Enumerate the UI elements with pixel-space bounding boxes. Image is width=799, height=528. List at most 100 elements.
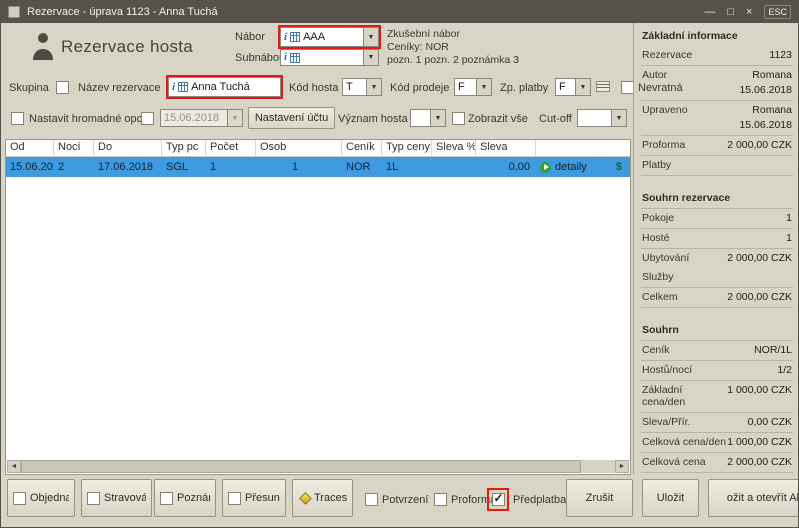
column-header-sleva[interactable]: Sleva: [476, 140, 536, 156]
table-header: Od Nocí Do Typ pc Počet Osob Ceník Typ c…: [6, 140, 630, 157]
maximize-icon[interactable]: □: [727, 6, 734, 18]
sidebar-label: Autor: [642, 69, 667, 81]
titlebar[interactable]: Rezervace - úprava 1123 - Anna Tuchá — □…: [1, 1, 798, 23]
reservation-table: Od Nocí Do Typ pc Počet Osob Ceník Typ c…: [5, 139, 631, 475]
predplatba-checkbox[interactable]: [492, 493, 505, 506]
objednal-button[interactable]: Objednal: [7, 479, 75, 517]
vyznam-hosta-label: Význam hosta: [338, 113, 408, 125]
grip-icon[interactable]: [596, 81, 610, 92]
detail-link[interactable]: detaily: [555, 161, 587, 173]
scroll-right-icon[interactable]: ►: [615, 460, 629, 473]
vyznam-hosta-select[interactable]: ▼: [410, 109, 446, 127]
stravovani-button[interactable]: Stravování: [81, 479, 152, 517]
chevron-down-icon[interactable]: ▼: [366, 79, 381, 95]
esc-badge[interactable]: ESC: [764, 5, 791, 19]
nastaveni-uctu-button[interactable]: Nastavení účtu: [248, 107, 335, 129]
column-header-typ-ceny[interactable]: Typ ceny: [382, 140, 432, 156]
sidebar-section-title: Souhrn rezervace: [641, 189, 793, 209]
sidebar-value: 2 000,00 CZK: [727, 291, 792, 303]
column-header-pocet[interactable]: Počet: [206, 140, 256, 156]
sidebar-label: Platby: [642, 159, 671, 171]
poznamky-button[interactable]: Poznámk: [154, 479, 216, 517]
potvrzeni-checkbox[interactable]: [365, 493, 378, 506]
reservation-window: Rezervace - úprava 1123 - Anna Tuchá — □…: [0, 0, 799, 528]
nazev-rezervace-input[interactable]: i Anna Tuchá: [168, 77, 281, 97]
chevron-down-icon[interactable]: ▼: [430, 110, 445, 126]
sidebar-section-title: Souhrn: [641, 321, 793, 341]
subnabor-select[interactable]: i ▼: [280, 49, 379, 66]
sidebar-label: Rezervace: [642, 49, 692, 61]
sidebar-label: Pokoje: [642, 212, 674, 224]
table-icon: [178, 82, 188, 92]
ulozit-button[interactable]: Uložit: [642, 479, 699, 517]
hromadne-checkbox[interactable]: [11, 112, 24, 125]
detail-arrow-icon[interactable]: [540, 162, 551, 173]
cell-cenik: NOR: [342, 161, 382, 173]
sidebar-row-sluzby: Služby: [641, 268, 793, 288]
sidebar-label: Služby: [642, 271, 674, 283]
stravovani-checkbox[interactable]: [87, 492, 100, 505]
traces-button[interactable]: Traces: [292, 479, 353, 517]
zrusit-button[interactable]: Zrušit: [566, 479, 633, 517]
sidebar-label: Ubytování: [642, 252, 689, 264]
hromadne-secondary-checkbox[interactable]: [141, 112, 154, 125]
poznamky-checkbox[interactable]: [160, 492, 173, 505]
price-icon[interactable]: $: [616, 161, 622, 174]
column-header-osob[interactable]: Osob: [256, 140, 342, 156]
cutoff-select[interactable]: ▼: [577, 109, 627, 127]
skupina-label: Skupina: [9, 82, 49, 94]
ulozit-otevrit-button[interactable]: ožit a otevřít Ał: [708, 479, 799, 517]
sidebar-label: Celková cena: [642, 456, 706, 468]
sidebar-row-celkova-cena-den: Celková cena/den1 000,00 CZK: [641, 433, 793, 453]
zobrazit-vse-checkbox[interactable]: [452, 112, 465, 125]
guest-icon: [31, 31, 55, 66]
window-icon: [8, 6, 20, 18]
zobrazit-vse-label: Zobrazit vše: [468, 113, 528, 125]
skupina-checkbox[interactable]: [56, 81, 69, 94]
sidebar-label: Souhrn rezervace: [642, 192, 730, 204]
zp-platby-select[interactable]: F ▼: [555, 78, 591, 96]
sidebar-row-cenik: CeníkNOR/1L: [641, 341, 793, 361]
chevron-down-icon[interactable]: ▼: [363, 50, 378, 65]
presun-button[interactable]: Přesun jm: [222, 479, 286, 517]
sidebar-row-ubytovani: Ubytování2 000,00 CZK: [641, 249, 793, 268]
presun-checkbox[interactable]: [228, 492, 241, 505]
datum-select[interactable]: 15.06.2018 ▼: [160, 109, 243, 127]
column-header-noci[interactable]: Nocí: [54, 140, 94, 156]
ulozit-otevrit-label: ožit a otevřít Ał: [727, 492, 799, 504]
column-header-typ[interactable]: Typ pc: [162, 140, 206, 156]
close-icon[interactable]: ×: [746, 6, 752, 18]
sidebar-row-sleva-prir: Sleva/Přír.0,00 CZK: [641, 413, 793, 433]
sidebar-value: 2 000,00 CZK: [727, 139, 792, 151]
sidebar-value: 1: [786, 212, 792, 224]
minimize-icon[interactable]: —: [704, 6, 715, 18]
chevron-down-icon[interactable]: ▼: [363, 28, 378, 46]
column-header-od[interactable]: Od: [6, 140, 54, 156]
nabor-select[interactable]: i AAA ▼: [280, 27, 379, 47]
sidebar-row-celkova-cena: Celková cena2 000,00 CZK: [641, 453, 793, 473]
objednal-checkbox[interactable]: [13, 492, 26, 505]
kod-prodeje-label: Kód prodeje: [390, 82, 449, 94]
chevron-down-icon[interactable]: ▼: [227, 110, 242, 126]
scroll-left-icon[interactable]: ◄: [7, 460, 21, 473]
table-row[interactable]: 15.06.2018 2 17.06.2018 SGL 1 1 NOR 1L 0…: [6, 157, 630, 177]
proforma-checkbox[interactable]: [434, 493, 447, 506]
kod-hosta-select[interactable]: T ▼: [342, 78, 382, 96]
sidebar-subvalue: 15.06.2018: [739, 84, 792, 96]
kod-prodeje-select[interactable]: F ▼: [454, 78, 492, 96]
column-header-sleva-pct[interactable]: Sleva %: [432, 140, 476, 156]
kod-hosta-value: T: [346, 81, 353, 93]
datum-value: 15.06.2018: [164, 112, 219, 124]
potvrzeni-label: Potvrzení: [382, 494, 428, 506]
column-header-do[interactable]: Do: [94, 140, 162, 156]
chevron-down-icon[interactable]: ▼: [575, 79, 590, 95]
scrollbar-thumb[interactable]: [21, 460, 581, 473]
chevron-down-icon[interactable]: ▼: [611, 110, 626, 126]
column-header-blank: [536, 140, 630, 156]
sidebar-value: 1 000,00 CZK: [727, 436, 792, 448]
column-header-cenik[interactable]: Ceník: [342, 140, 382, 156]
nazev-rezervace-label: Název rezervace: [78, 82, 161, 94]
horizontal-scrollbar[interactable]: ◄ ►: [7, 460, 629, 473]
chevron-down-icon[interactable]: ▼: [476, 79, 491, 95]
sidebar-row-hoste: Hosté1: [641, 229, 793, 249]
